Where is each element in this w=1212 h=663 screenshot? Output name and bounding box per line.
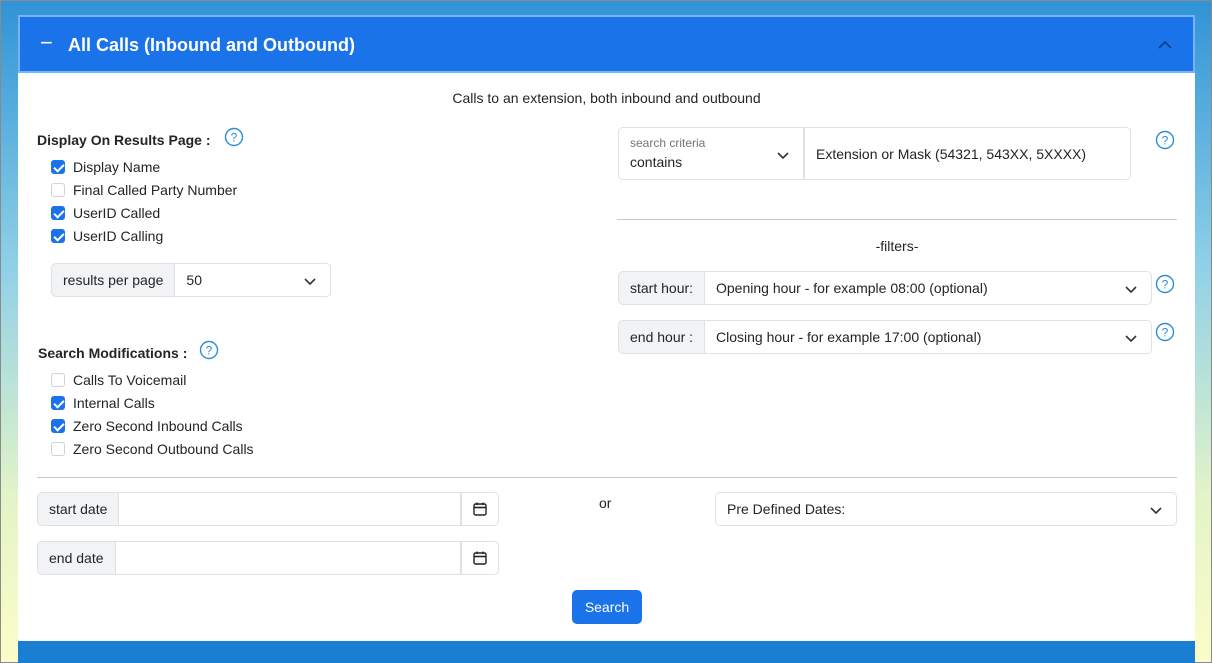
divider (37, 477, 1177, 478)
end-date-input[interactable] (115, 541, 461, 575)
modifications-section-label: Search Modifications : (38, 345, 188, 361)
start-hour-value: Opening hour - for example 08:00 (option… (716, 280, 988, 296)
end-date-group: end date (37, 541, 499, 575)
checkbox-internal-calls[interactable]: Internal Calls (51, 393, 254, 413)
chevron-down-icon (1125, 286, 1137, 294)
panel-title: All Calls (Inbound and Outbound) (68, 35, 355, 55)
display-options: Display Name Final Called Party Number U… (51, 157, 237, 246)
start-date-calendar-button[interactable] (461, 492, 499, 526)
checkbox-zero-second-outbound[interactable]: Zero Second Outbound Calls (51, 439, 254, 459)
panel-subtitle: Calls to an extension, both inbound and … (452, 90, 761, 106)
end-date-calendar-button[interactable] (461, 541, 499, 575)
end-date-label: end date (37, 541, 116, 575)
divider (617, 219, 1177, 220)
checkbox-label: UserID Calling (73, 228, 164, 244)
calendar-icon (473, 502, 487, 516)
checkbox-label: UserID Called (73, 205, 161, 221)
modification-options: Calls To Voicemail Internal Calls Zero S… (51, 370, 254, 459)
checkbox-userid-called[interactable]: UserID Called (51, 203, 237, 223)
checkbox[interactable] (51, 206, 65, 220)
results-per-page-select[interactable]: 50 (175, 263, 331, 297)
end-hour-value: Closing hour - for example 17:00 (option… (716, 329, 982, 345)
checkbox[interactable] (51, 183, 65, 197)
checkbox-calls-to-voicemail[interactable]: Calls To Voicemail (51, 370, 254, 390)
start-hour-label: start hour: (618, 271, 705, 305)
calendar-icon (473, 551, 487, 565)
svg-text:?: ? (231, 131, 238, 145)
checkbox-label: Calls To Voicemail (73, 372, 187, 388)
extension-input-placeholder: Extension or Mask (54321, 543XX, 5XXXX) (816, 145, 1087, 162)
svg-text:?: ? (1162, 326, 1169, 340)
search-criteria-floating-label: search criteria (630, 136, 706, 150)
question-circle-icon[interactable]: ? (224, 127, 244, 147)
end-hour-group: end hour : Closing hour - for example 17… (618, 320, 1152, 354)
or-label: or (599, 495, 612, 511)
checkbox[interactable] (51, 229, 65, 243)
search-criteria-select[interactable]: search criteria contains (618, 127, 804, 180)
checkbox[interactable] (51, 396, 65, 410)
checkbox-label: Zero Second Inbound Calls (73, 418, 243, 434)
chevron-down-icon (1150, 507, 1162, 515)
question-circle-icon[interactable]: ? (1155, 130, 1175, 150)
start-date-label: start date (37, 492, 120, 526)
search-criteria-value: contains (630, 154, 683, 170)
checkbox[interactable] (51, 160, 65, 174)
chevron-down-icon (1125, 335, 1137, 343)
results-per-page-group: results per page 50 (51, 263, 331, 297)
checkbox[interactable] (51, 442, 65, 456)
display-section-label: Display On Results Page : (37, 132, 211, 148)
checkbox-userid-calling[interactable]: UserID Calling (51, 226, 237, 246)
chevron-down-icon (304, 278, 316, 286)
results-per-page-label: results per page (51, 263, 176, 297)
checkbox-final-called-party[interactable]: Final Called Party Number (51, 180, 237, 200)
checkbox[interactable] (51, 419, 65, 433)
checkbox-label: Internal Calls (73, 395, 155, 411)
svg-text:?: ? (1162, 278, 1169, 292)
start-hour-group: start hour: Opening hour - for example 0… (618, 271, 1152, 305)
question-circle-icon[interactable]: ? (199, 340, 219, 360)
svg-text:?: ? (206, 344, 213, 358)
end-hour-select[interactable]: Closing hour - for example 17:00 (option… (705, 320, 1152, 354)
chevron-down-icon (777, 152, 789, 160)
predefined-dates-select[interactable]: Pre Defined Dates: (715, 492, 1177, 526)
start-date-input[interactable] (119, 492, 461, 526)
checkbox-label: Display Name (73, 159, 161, 175)
results-per-page-value: 50 (186, 272, 202, 288)
checkbox[interactable] (51, 373, 65, 387)
question-circle-icon[interactable]: ? (1155, 274, 1175, 294)
svg-text:?: ? (1162, 134, 1169, 148)
filters-label: -filters- (875, 238, 919, 254)
next-panel-header[interactable] (18, 641, 1195, 663)
start-date-group: start date (37, 492, 499, 526)
checkbox-zero-second-inbound[interactable]: Zero Second Inbound Calls (51, 416, 254, 436)
start-hour-select[interactable]: Opening hour - for example 08:00 (option… (705, 271, 1152, 305)
checkbox-label: Zero Second Outbound Calls (73, 441, 254, 457)
predefined-dates-value: Pre Defined Dates: (727, 501, 846, 517)
checkbox-label: Final Called Party Number (73, 182, 238, 198)
collapse-icon[interactable]: − (40, 29, 53, 57)
question-circle-icon[interactable]: ? (1155, 322, 1175, 342)
checkbox-display-name[interactable]: Display Name (51, 157, 237, 177)
search-button[interactable]: Search (572, 590, 642, 624)
extension-input[interactable]: Extension or Mask (54321, 543XX, 5XXXX) (804, 127, 1131, 180)
chevron-up-icon[interactable] (1157, 37, 1173, 53)
end-hour-label: end hour : (618, 320, 705, 354)
panel-header[interactable]: − All Calls (Inbound and Outbound) (18, 15, 1195, 73)
